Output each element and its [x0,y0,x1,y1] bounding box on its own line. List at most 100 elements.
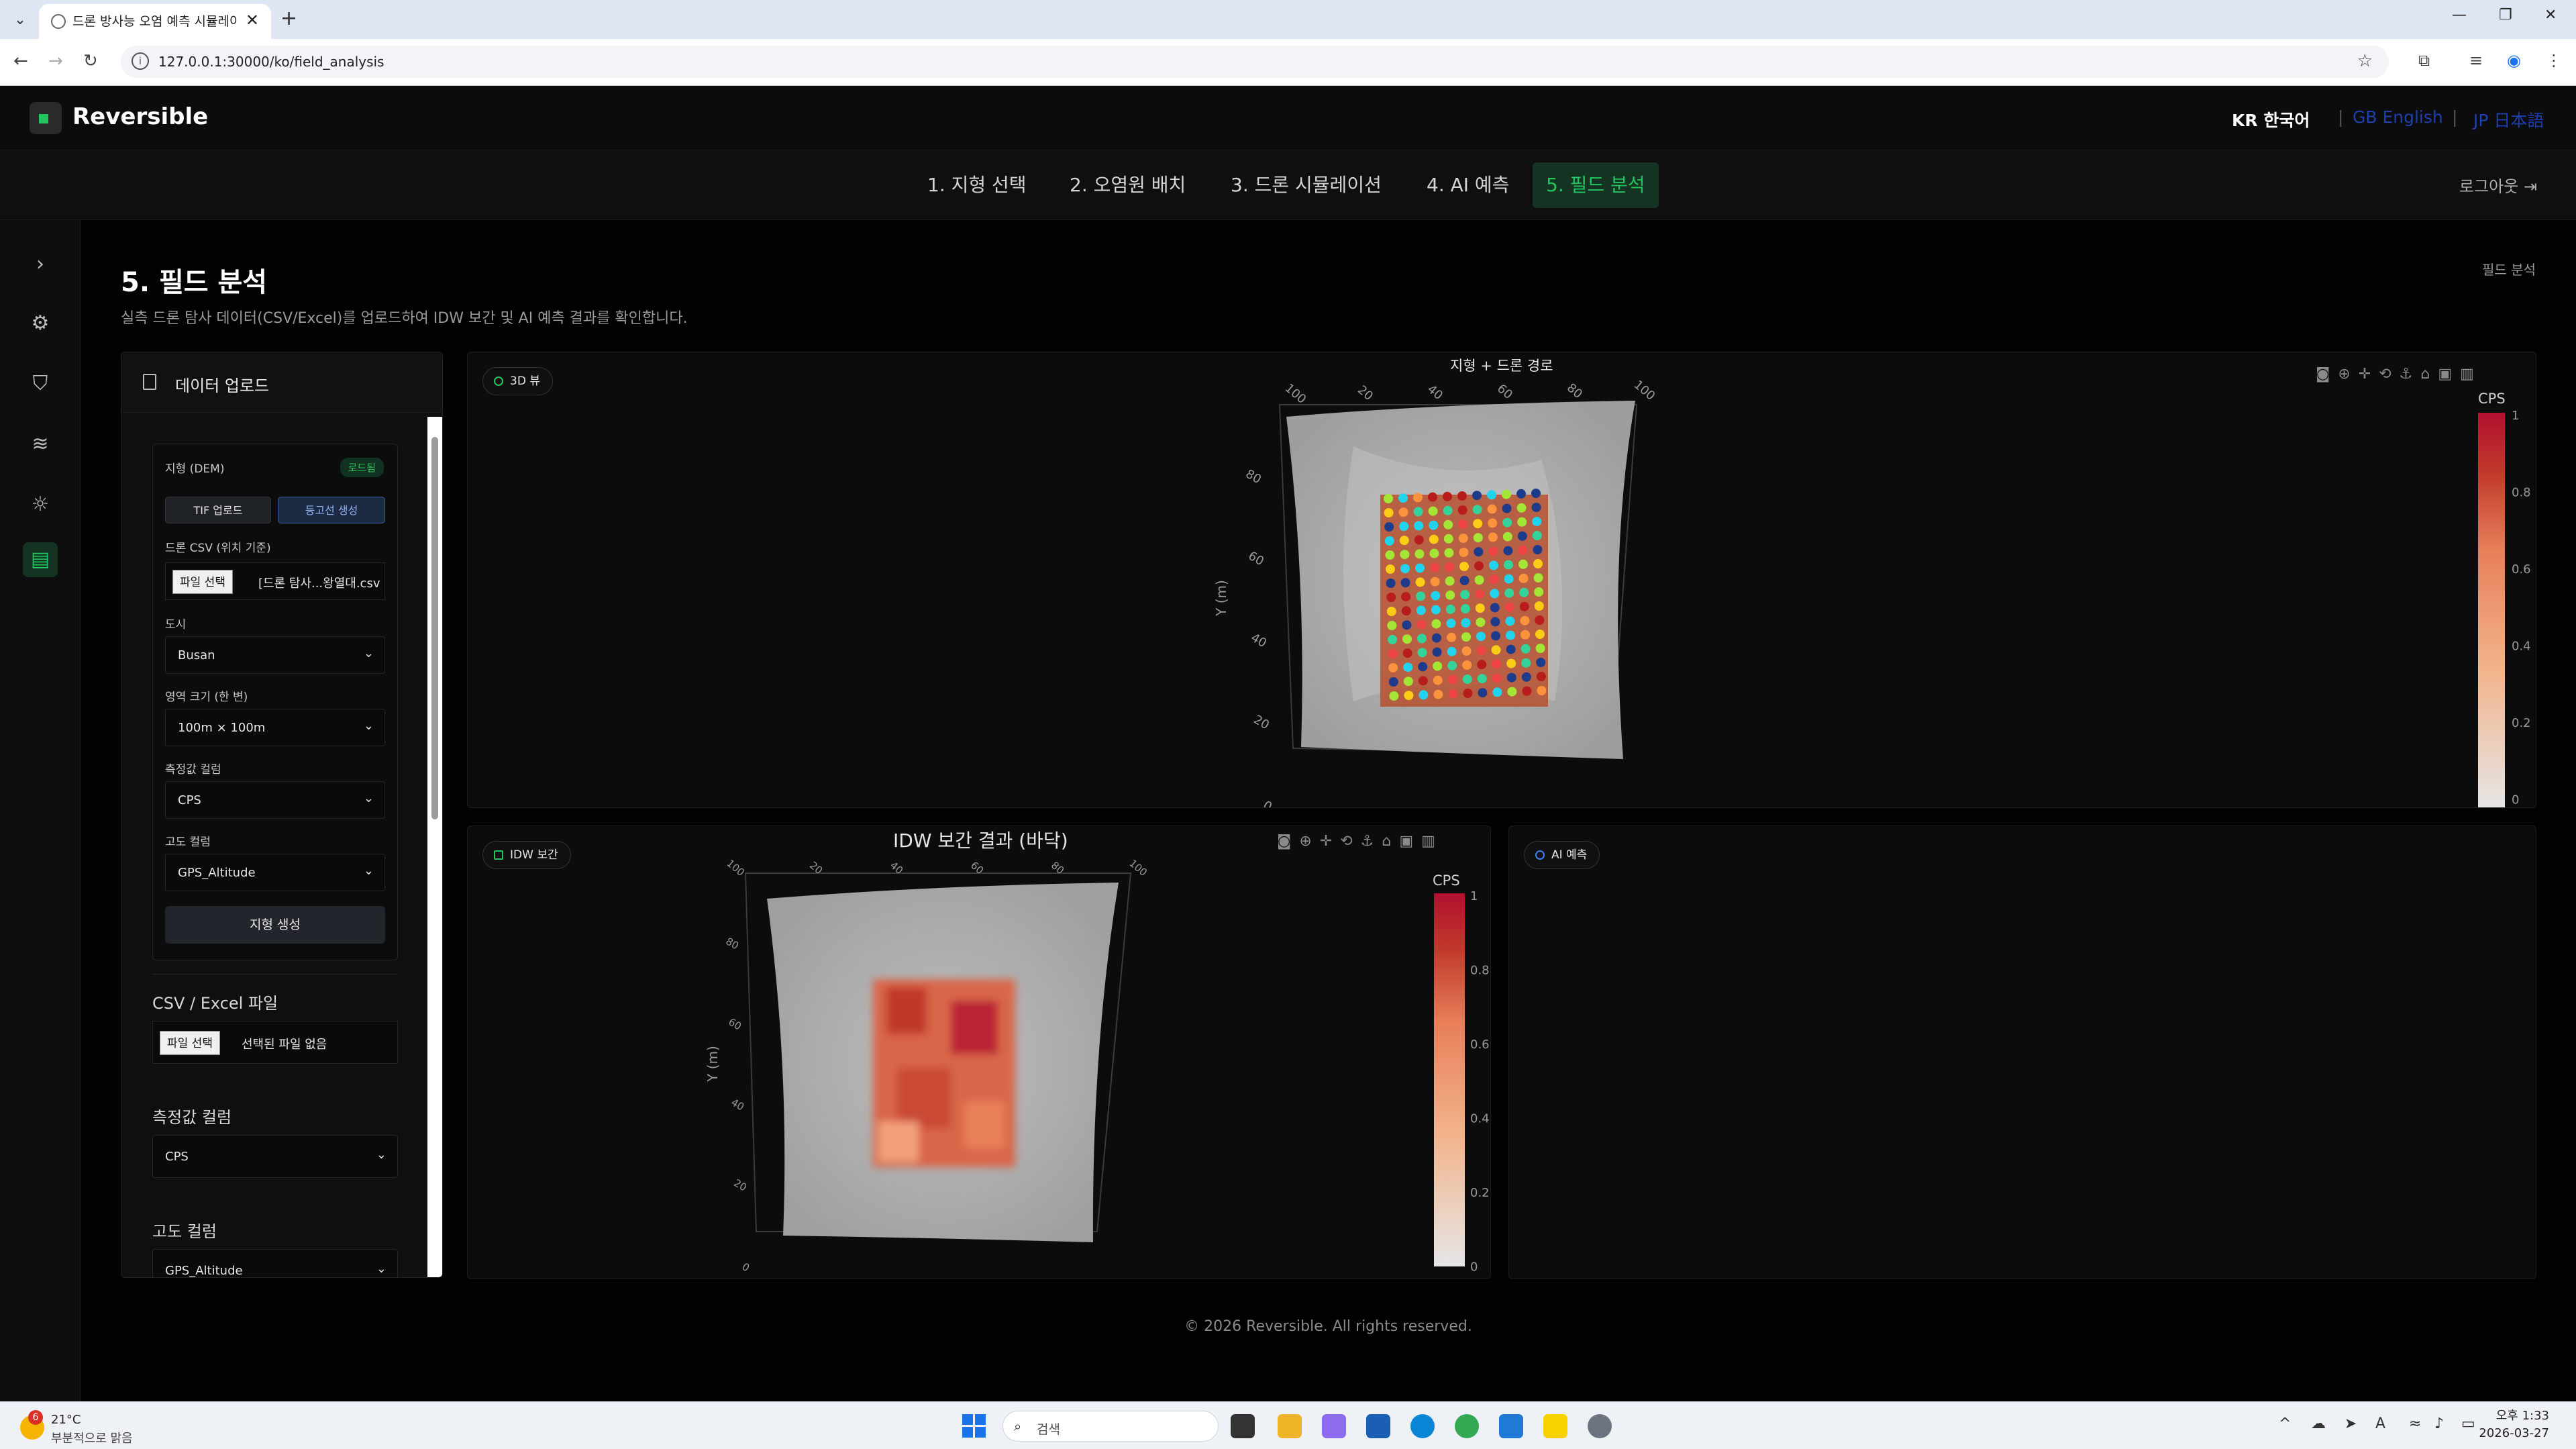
choose-file-button[interactable]: 파일 선택 [160,1031,220,1055]
lang-english[interactable]: GB English [2353,107,2443,127]
step-field-analysis[interactable]: 5. 필드 분석 [1533,162,1659,208]
measurement-point [1522,686,1532,696]
store-icon[interactable] [1366,1414,1390,1438]
measurement-point [1534,601,1544,611]
settings-gear-icon[interactable]: ⚙ [23,306,58,341]
measurement-point [1413,507,1423,517]
area-size-select[interactable]: 100m × 100m ⌄ [165,709,385,746]
tab-close-icon[interactable]: ✕ [246,11,259,30]
colorbar-tick-label: 0.6 [2512,562,2531,577]
copilot-icon[interactable] [1322,1414,1346,1438]
lang-korean[interactable]: KR 한국어 [2232,107,2310,132]
scrollbar-thumb[interactable] [431,437,438,819]
step-source-placement[interactable]: 2. 오염원 배치 [1056,162,1199,208]
tab-search-chevron-icon[interactable]: ⌄ [9,9,31,31]
weather-widget[interactable]: 6 21°C 부분적으로 맑음 [20,1410,181,1446]
profile-avatar-icon[interactable]: ◉ [2507,51,2521,70]
city-select[interactable]: Busan ⌄ [165,636,385,674]
measurement-point [1459,576,1470,585]
choose-file-button[interactable]: 파일 선택 [172,570,233,594]
chrome-icon[interactable] [1455,1414,1479,1438]
document-icon[interactable]: ▤ [23,542,58,577]
tray-ime-icon[interactable]: A [2375,1415,2385,1432]
measurement-point [1398,507,1408,517]
window-close-icon[interactable]: ✕ [2544,7,2557,23]
media-controls-icon[interactable]: ≡ [2469,51,2483,70]
clock[interactable]: 오후 1:33 2026-03-27 [2479,1407,2549,1442]
lang-japanese[interactable]: JP 日本語 [2473,107,2544,132]
measurement-point [1458,534,1468,543]
tray-battery-icon[interactable]: ▭ [2461,1415,2475,1432]
upload-panel-header: 데이터 업로드 [121,352,442,413]
measurement-point [1502,532,1512,542]
contour-generate-button[interactable]: 등고선 생성 [278,497,385,523]
start-windows-icon[interactable] [962,1414,986,1438]
edge-icon[interactable] [1410,1414,1435,1438]
colorbar-tick-label: 0 [1470,1260,1478,1275]
sun-icon[interactable]: ☼ [23,487,58,522]
measurement-point [1432,647,1442,657]
task-view-icon[interactable] [1231,1414,1255,1438]
chevron-down-icon: ⌄ [363,719,374,733]
measurement-point [1490,603,1500,613]
tray-chevron-up-icon[interactable]: ^ [2279,1415,2291,1432]
extensions-puzzle-icon[interactable]: ⧉ [2418,51,2430,70]
tif-upload-button[interactable]: TIF 업로드 [165,497,271,523]
browser-tab-active[interactable]: 드론 방사능 오염 예측 시뮬레이 ✕ [39,4,271,39]
taskbar-search[interactable]: ⌕ 검색 [1002,1411,1219,1442]
generate-terrain-button[interactable]: 지형 생성 [165,906,385,944]
measurement-point [1473,519,1483,529]
measure-select-value: CPS [165,1150,189,1164]
back-arrow-icon[interactable]: ← [13,51,28,71]
measurement-point [1521,644,1531,654]
measurement-point [1477,660,1487,670]
y-axis-ticks: 80 60 40 20 0 [723,935,752,1274]
drone-csv-file-input[interactable]: 파일 선택 [드론 탐사...왕열대.csv [165,562,385,600]
step-drone-simulation[interactable]: 3. 드론 시뮬레이션 [1217,162,1395,208]
vscode-icon[interactable] [1499,1414,1523,1438]
window-restore-icon[interactable]: ❐ [2499,7,2512,23]
layers-icon[interactable]: ≋ [23,427,58,462]
site-info-icon[interactable]: i [132,52,149,70]
step-ai-prediction[interactable]: 4. AI 예측 [1413,162,1523,208]
bookmark-star-icon[interactable]: ☆ [2357,51,2373,71]
measurement-point [1389,691,1399,701]
url-field[interactable]: i 127.0.0.1:30000/ko/field_analysis ☆ [121,46,2389,78]
settings-app-icon[interactable] [1588,1414,1612,1438]
url-text[interactable]: 127.0.0.1:30000/ko/field_analysis [158,54,384,70]
tray-cloud-icon[interactable]: ☁ [2311,1415,2326,1432]
kakaotalk-icon[interactable] [1543,1414,1567,1438]
step-terrain-select[interactable]: 1. 지형 선택 [914,162,1040,208]
reload-icon[interactable]: ↻ [83,51,98,71]
measure-column-select[interactable]: CPS ⌄ [165,781,385,819]
csv-file-input[interactable]: 파일 선택 선택된 파일 없음 [152,1021,398,1064]
new-tab-plus-icon[interactable]: + [280,7,297,30]
logo-text[interactable]: Reversible [72,103,208,130]
tray-volume-icon[interactable]: ♪ [2434,1415,2444,1432]
measure-column-select[interactable]: CPS ⌄ [152,1135,398,1178]
idw-heatmap [873,979,1015,1167]
idw-plot[interactable]: 100 20 40 60 80 100 806040200 Y (m) CPS 10.80… [468,826,1491,1279]
panel-scrollbar[interactable] [427,417,442,1277]
file-explorer-icon[interactable] [1278,1414,1302,1438]
measurement-point [1459,548,1469,557]
expand-chevron-icon[interactable]: › [23,247,58,282]
sidebar: › ⚙ ⛉ ≋ ☼ ▤ [0,220,81,1401]
search-icon: ⌕ [1014,1418,1022,1434]
shield-icon[interactable]: ⛉ [23,366,58,401]
measurement-point [1476,617,1486,628]
tray-send-icon[interactable]: ➤ [2345,1415,2357,1432]
temperature: 21°C [51,1413,81,1427]
tray-wifi-icon[interactable]: ≈ [2409,1415,2421,1432]
measurement-point [1461,618,1471,628]
3d-plot[interactable]: 100 20 40 60 80 100 80 60 40 20 0 Y (m) CPS 1 0.8 0… [468,352,2536,808]
logout-button[interactable]: 로그아웃 ⇥ [2459,173,2537,197]
forward-arrow-icon[interactable]: → [48,51,63,71]
measurement-point [1419,690,1429,700]
measurement-point [1416,619,1427,630]
altitude-column-select[interactable]: GPS_Altitude ⌄ [165,854,385,891]
window-minimize-icon[interactable]: — [2452,7,2467,23]
y-axis-title: Y (m) [1213,580,1229,617]
browser-menu-icon[interactable]: ⋮ [2546,51,2562,70]
altitude-column-select[interactable]: GPS_Altitude ⌄ [152,1249,398,1277]
